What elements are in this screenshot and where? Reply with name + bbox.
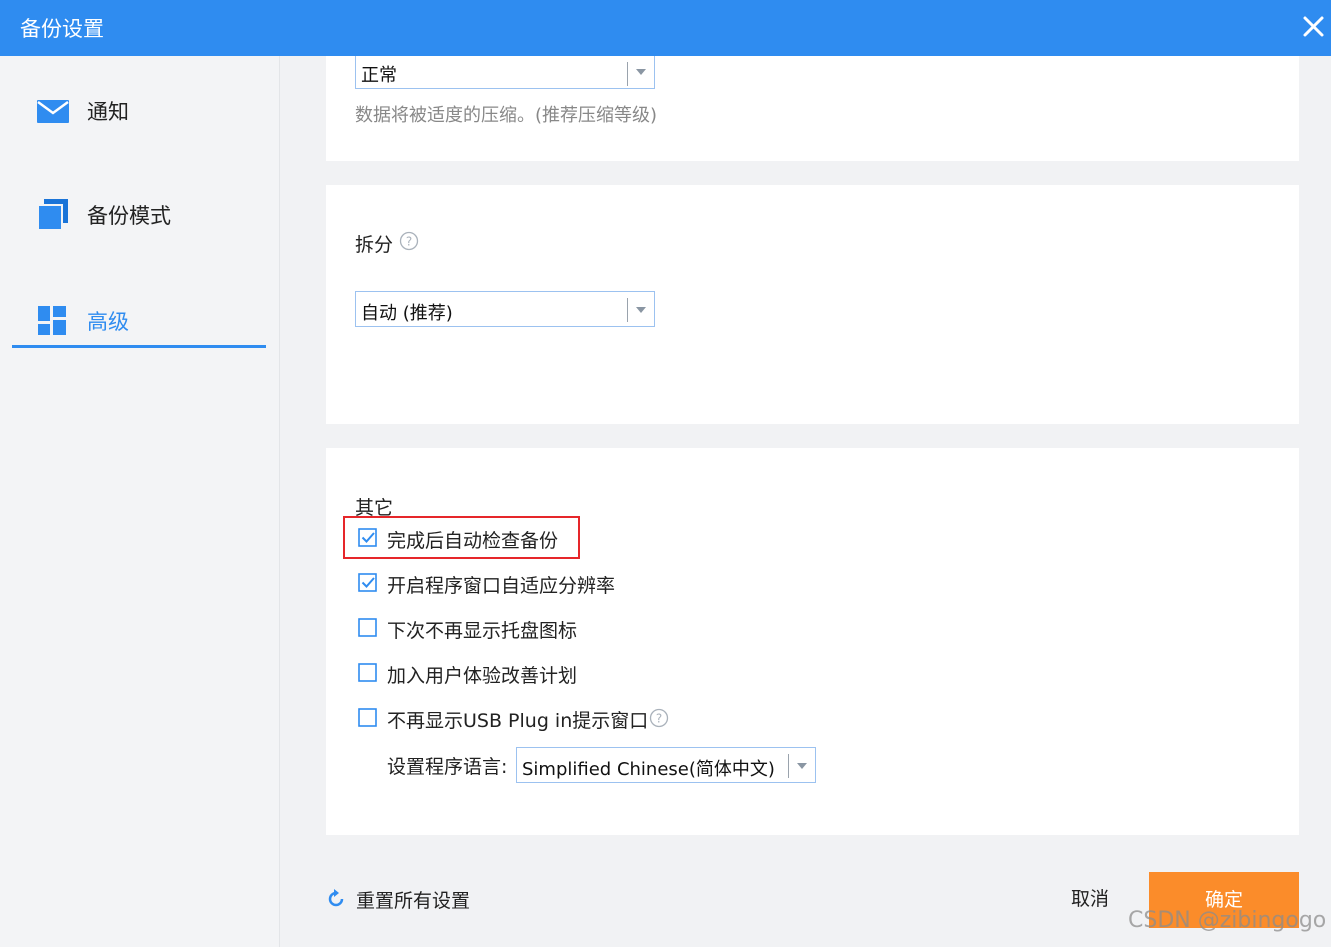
sidebar-item-label: 备份模式	[87, 204, 171, 228]
checkbox-checked-icon[interactable]	[358, 528, 378, 548]
chevron-down-icon	[636, 69, 646, 75]
chevron-down-icon	[636, 307, 646, 313]
select-separator	[627, 62, 628, 86]
watermark: CSDN @zibingogo	[1128, 908, 1327, 933]
checkbox-checked-icon[interactable]	[358, 573, 378, 593]
sidebar-item-backup-mode[interactable]: 备份模式	[12, 182, 266, 242]
checkbox-unchecked-icon[interactable]	[358, 663, 378, 683]
copy-icon	[37, 199, 68, 231]
option-label: 下次不再显示托盘图标	[387, 620, 578, 642]
split-panel: 拆分 ? 自动 (推荐)	[326, 185, 1299, 424]
chevron-down-icon	[797, 763, 807, 769]
language-select[interactable]: Simplified Chinese(简体中文)	[516, 747, 816, 783]
language-select-value: Simplified Chinese(简体中文)	[522, 759, 775, 780]
language-label: 设置程序语言:	[387, 756, 508, 778]
help-icon[interactable]: ?	[399, 231, 419, 251]
option-label: 完成后自动检查备份	[387, 530, 559, 552]
sidebar-item-label: 高级	[87, 310, 129, 334]
split-select-value: 自动 (推荐)	[361, 303, 453, 324]
split-label: 拆分	[355, 234, 394, 256]
reset-label: 重置所有设置	[356, 890, 471, 912]
cancel-button[interactable]: 取消	[1062, 882, 1118, 916]
mail-icon	[37, 100, 69, 123]
option-label: 加入用户体验改善计划	[387, 665, 578, 687]
checkbox-unchecked-icon[interactable]	[358, 618, 378, 638]
compression-select[interactable]: 正常	[355, 56, 655, 89]
compression-select-value: 正常	[361, 65, 397, 86]
sidebar-item-advanced[interactable]: 高级	[12, 288, 266, 348]
sidebar-item-label: 通知	[87, 100, 129, 124]
help-icon[interactable]: ?	[649, 708, 669, 728]
compression-hint: 数据将被适度的压缩。(推荐压缩等级)	[355, 105, 658, 126]
close-button[interactable]	[1297, 6, 1331, 46]
svg-text:?: ?	[656, 712, 662, 726]
split-select[interactable]: 自动 (推荐)	[355, 291, 655, 327]
option-label: 开启程序窗口自适应分辨率	[387, 575, 616, 597]
window-title: 备份设置	[20, 17, 104, 41]
option-label: 不再显示USB Plug in提示窗口	[387, 710, 649, 732]
grid-icon	[38, 306, 66, 335]
select-separator	[788, 754, 789, 778]
sidebar: 通知 备份模式 高级	[0, 56, 280, 947]
title-bar: 备份设置	[0, 0, 1331, 56]
checkbox-unchecked-icon[interactable]	[358, 708, 378, 728]
sidebar-item-notification[interactable]: 通知	[12, 78, 266, 138]
close-icon	[1303, 16, 1324, 37]
compression-panel: 正常 数据将被适度的压缩。(推荐压缩等级)	[326, 56, 1299, 161]
svg-text:?: ?	[406, 235, 412, 249]
reset-icon	[328, 889, 344, 907]
select-separator	[627, 298, 628, 322]
